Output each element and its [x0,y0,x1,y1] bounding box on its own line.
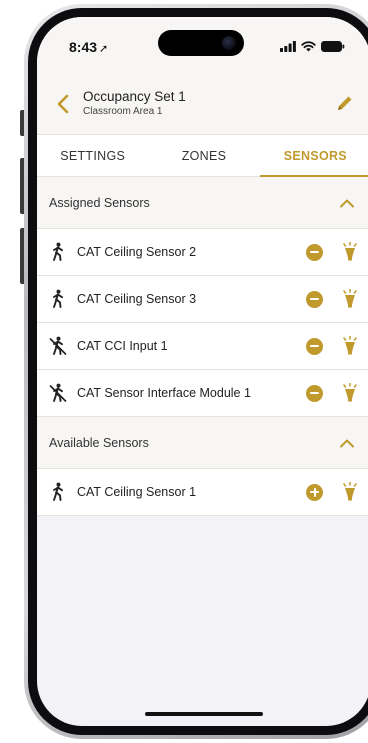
location-arrow-icon: ➚ [99,43,109,55]
available-sensors-title: Available Sensors [49,435,149,450]
remove-sensor-button[interactable] [306,384,323,402]
page-title: Occupancy Set 1 [83,89,186,104]
sensor-label: CAT Ceiling Sensor 2 [77,245,197,259]
back-chevron-icon[interactable] [55,93,71,115]
remove-sensor-button[interactable] [306,243,323,261]
sensor-row[interactable]: CAT Ceiling Sensor 1 [37,469,368,516]
phone-bezel: 8:43 ➚ Occupancy Set 1 Classroom Area 1 … [28,8,368,735]
status-bar: 8:43 ➚ [37,17,368,77]
tab-bar: SETTINGS ZONES SENSORS [37,135,368,177]
remove-sensor-button[interactable] [306,290,323,308]
page-subtitle: Classroom Area 1 [83,106,163,117]
home-indicator[interactable] [145,712,263,716]
walking-person-icon [53,289,63,308]
cellular-signal-icon [280,41,296,52]
dynamic-island [158,30,244,56]
tab-sensors[interactable]: SENSORS [259,135,368,177]
available-sensors-header[interactable]: Available Sensors [37,417,368,469]
remove-sensor-button[interactable] [306,337,323,355]
app-header: Occupancy Set 1 Classroom Area 1 [37,77,368,135]
wifi-icon [301,41,316,52]
sensor-label: CAT CCI Input 1 [77,339,168,353]
phone-frame: 8:43 ➚ Occupancy Set 1 Classroom Area 1 … [24,4,368,739]
identify-light-icon[interactable] [341,383,359,403]
phone-screen: 8:43 ➚ Occupancy Set 1 Classroom Area 1 … [37,17,368,726]
tab-settings[interactable]: SETTINGS [37,135,148,176]
chevron-up-icon[interactable] [339,438,355,448]
status-time-text: 8:43 [69,39,98,55]
sensor-row[interactable]: CAT Ceiling Sensor 2 [37,229,368,276]
assigned-sensors-title: Assigned Sensors [49,195,150,210]
front-camera-icon [222,36,236,50]
add-sensor-button[interactable] [306,483,323,501]
identify-light-icon[interactable] [341,482,359,502]
identify-light-icon[interactable] [341,289,359,309]
sensor-row[interactable]: CAT Sensor Interface Module 1 [37,370,368,417]
sensor-label: CAT Ceiling Sensor 1 [77,485,197,499]
battery-icon [321,41,345,52]
no-motion-person-icon [49,336,67,355]
sensor-row[interactable]: CAT Ceiling Sensor 3 [37,276,368,323]
identify-light-icon[interactable] [341,336,359,356]
sensor-label: CAT Sensor Interface Module 1 [77,386,251,400]
sensor-label: CAT Ceiling Sensor 3 [77,292,197,306]
identify-light-icon[interactable] [341,242,359,262]
assigned-sensors-header[interactable]: Assigned Sensors [37,177,368,229]
chevron-up-icon[interactable] [339,198,355,208]
sensor-row[interactable]: CAT CCI Input 1 [37,323,368,370]
walking-person-icon [53,242,63,261]
tab-zones[interactable]: ZONES [148,135,259,176]
status-icons [280,41,345,52]
walking-person-icon [53,482,63,501]
status-time: 8:43 ➚ [69,39,108,55]
no-motion-person-icon [49,383,67,402]
edit-pencil-icon[interactable] [335,93,355,113]
